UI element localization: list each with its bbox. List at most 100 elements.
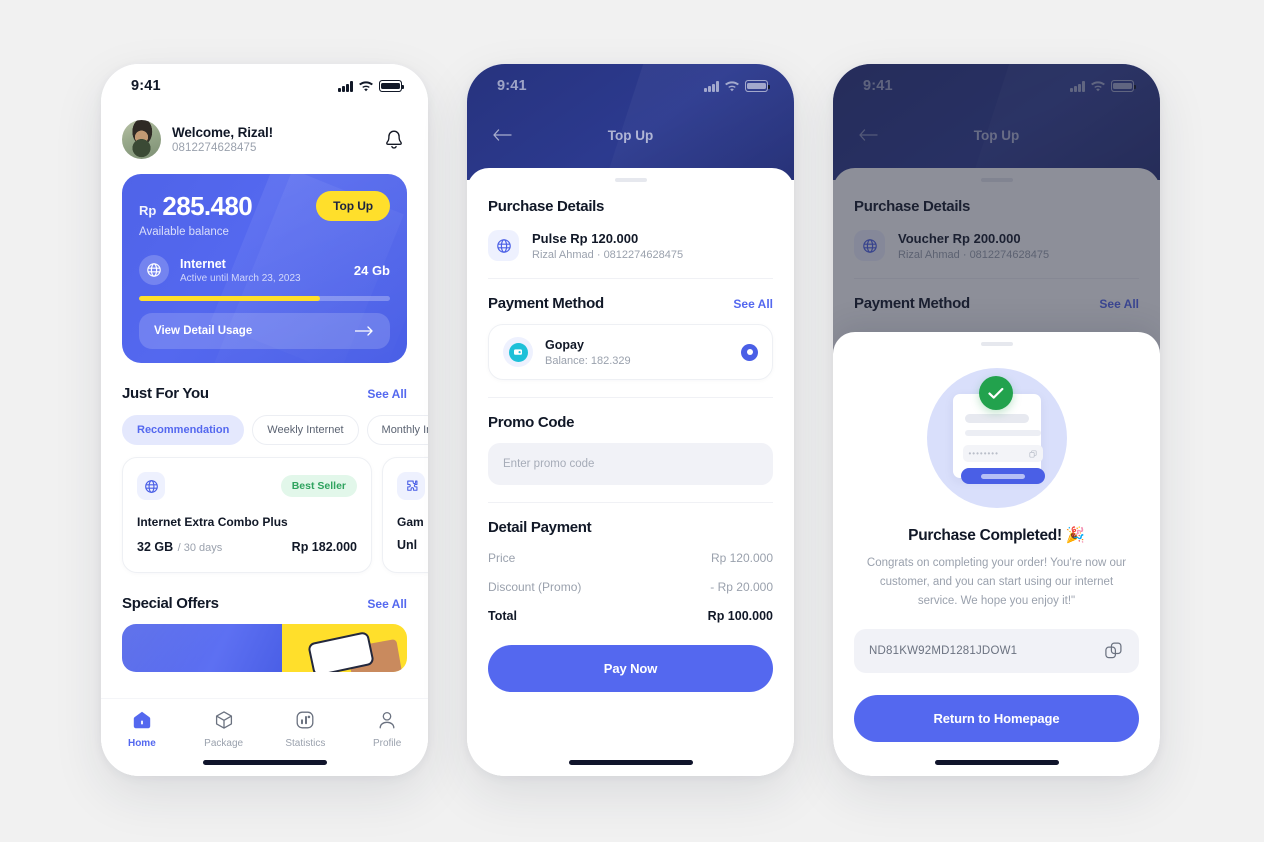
tab-home[interactable]: Home: [101, 710, 183, 749]
success-illustration: ••••••••: [926, 368, 1067, 508]
package-quota: Unl: [397, 538, 418, 552]
status-icons: [338, 80, 405, 92]
status-time: 9:41: [131, 78, 161, 94]
avatar[interactable]: [122, 120, 161, 159]
return-to-homepage-button[interactable]: Return to Homepage: [854, 694, 1139, 742]
greeting-text: Welcome, Rizal! 0812274628475: [172, 125, 370, 154]
total-value: Rp 100.000: [707, 609, 773, 623]
purchase-completed-modal: •••••••• Purchase Completed! 🎉 Congrats …: [833, 332, 1160, 776]
topup-sheet: Purchase Details Pulse Rp 120.000 Rizal …: [467, 168, 794, 776]
promo-code-title: Promo Code: [488, 414, 575, 431]
notification-bell-icon[interactable]: [381, 127, 407, 153]
detail-value: Rp 120.000: [710, 551, 773, 565]
balance-label: Available balance: [139, 226, 229, 238]
package-name: Gam: [397, 515, 424, 529]
success-screen: 9:41 Top Up: [833, 64, 1160, 776]
package-quota: 32 GB: [137, 540, 174, 554]
balance-value: 285.480: [162, 191, 253, 221]
promo-code-input[interactable]: Enter promo code: [488, 443, 773, 485]
signal-icon: [704, 81, 719, 92]
usage-progress-bar: [139, 296, 390, 301]
package-card-top: Best Seller: [137, 472, 357, 500]
home-screen: 9:41 Welcome, Rizal! 0812274628475 Rp 28…: [101, 64, 428, 776]
detail-row-total: Total Rp 100.000: [488, 609, 773, 623]
tab-statistics[interactable]: Statistics: [265, 710, 347, 749]
detail-payment-title: Detail Payment: [488, 519, 592, 536]
just-for-you-header: Just For You See All: [122, 385, 407, 402]
signal-icon: [338, 81, 353, 92]
detail-label: Price: [488, 551, 516, 565]
success-title: Purchase Completed! 🎉: [908, 527, 1085, 544]
battery-icon: [379, 80, 405, 92]
greeting-name: Welcome, Rizal!: [172, 125, 274, 140]
purchase-details-title: Purchase Details: [488, 198, 605, 215]
modal-grabber[interactable]: [980, 342, 1013, 346]
chart-icon: [295, 710, 315, 733]
payment-method-card-gopay[interactable]: Gopay Balance: 182.329: [488, 324, 773, 380]
wifi-icon: [725, 80, 739, 92]
internet-row: Internet Active until March 23, 2023 24 …: [139, 255, 390, 285]
sheet-grabber[interactable]: [614, 178, 647, 182]
illustration-line: [964, 414, 1029, 423]
package-quota-group: 32 GB / 30 days: [137, 538, 222, 556]
package-price: Rp 182.000: [291, 540, 357, 554]
person-icon: [377, 710, 397, 733]
tab-profile[interactable]: Profile: [346, 710, 428, 749]
detail-row: Discount (Promo) - Rp 20.000: [488, 580, 773, 594]
detail-value: - Rp 20.000: [710, 580, 773, 594]
phone-home-screen: 9:41 Welcome, Rizal! 0812274628475 Rp 28…: [101, 64, 428, 776]
purchase-item-owner: Rizal Ahmad · 0812274628475: [532, 249, 683, 261]
illustration-line: [964, 430, 1041, 436]
wifi-icon: [359, 80, 373, 92]
copy-icon[interactable]: [1102, 640, 1124, 662]
special-offers-see-all[interactable]: See All: [367, 597, 407, 611]
internet-title: Internet: [180, 256, 226, 271]
balance-amount: Rp 285.480: [139, 191, 253, 222]
category-chip[interactable]: Monthly Internet: [366, 415, 428, 445]
category-chip[interactable]: Weekly Internet: [252, 415, 359, 445]
package-list: Best Seller Internet Extra Combo Plus 32…: [122, 457, 428, 573]
topup-button[interactable]: Top Up: [316, 191, 390, 221]
category-chips: RecommendationWeekly InternetMonthly Int…: [122, 415, 428, 445]
home-body: Welcome, Rizal! 0812274628475 Rp 285.480: [101, 120, 428, 672]
banner-right-panel: [282, 624, 407, 672]
separator: ·: [596, 248, 601, 261]
purchase-item-text: Pulse Rp 120.000 Rizal Ahmad · 081227462…: [532, 231, 683, 261]
voucher-code-box[interactable]: ND81KW92MD1281JDOW1: [854, 628, 1139, 673]
balance-card: Rp 285.480 Available balance Top Up Inte…: [122, 174, 407, 363]
owner-phone: 0812274628475: [603, 248, 684, 261]
package-card[interactable]: Gam Unl: [382, 457, 428, 573]
view-detail-usage-button[interactable]: View Detail Usage: [139, 313, 390, 349]
topup-screen: 9:41 Top Up Purchase Details Pulse Rp 12…: [467, 64, 794, 776]
payment-method-balance: Balance: 182.329: [545, 354, 631, 367]
pay-now-button[interactable]: Pay Now: [488, 645, 773, 692]
package-card[interactable]: Best Seller Internet Extra Combo Plus 32…: [122, 457, 372, 573]
payment-see-all[interactable]: See All: [733, 297, 773, 311]
package-bottom: Unl: [397, 538, 428, 552]
battery-icon: [745, 80, 771, 92]
box-icon: [214, 710, 234, 733]
total-label: Total: [488, 609, 517, 623]
check-circle-icon: [978, 376, 1013, 410]
status-bar: 9:41: [467, 64, 794, 108]
tab-package[interactable]: Package: [183, 710, 265, 749]
special-offer-banner[interactable]: [122, 624, 407, 672]
package-name: Internet Extra Combo Plus: [137, 515, 288, 529]
promo-code-placeholder: Enter promo code: [503, 458, 595, 470]
owner-name: Rizal Ahmad: [532, 248, 594, 261]
payment-radio-selected[interactable]: [741, 343, 758, 361]
phone-success-screen: 9:41 Top Up: [833, 64, 1160, 776]
tab-label: Home: [127, 738, 156, 749]
category-chip[interactable]: Recommendation: [122, 415, 245, 445]
package-bottom: 32 GB / 30 days Rp 182.000: [137, 538, 357, 556]
status-icons: [704, 80, 771, 92]
payment-method-header: Payment Method See All: [488, 295, 773, 312]
gopay-icon: [503, 337, 533, 367]
purchase-item-name: Pulse Rp 120.000: [532, 230, 639, 246]
purchase-item-row: Pulse Rp 120.000 Rizal Ahmad · 081227462…: [488, 230, 773, 261]
home-indicator: [934, 760, 1059, 765]
illustration-code-field: ••••••••: [962, 445, 1043, 462]
topup-nav: Top Up: [467, 108, 794, 146]
just-for-you-see-all[interactable]: See All: [367, 387, 407, 401]
home-indicator: [202, 760, 327, 765]
